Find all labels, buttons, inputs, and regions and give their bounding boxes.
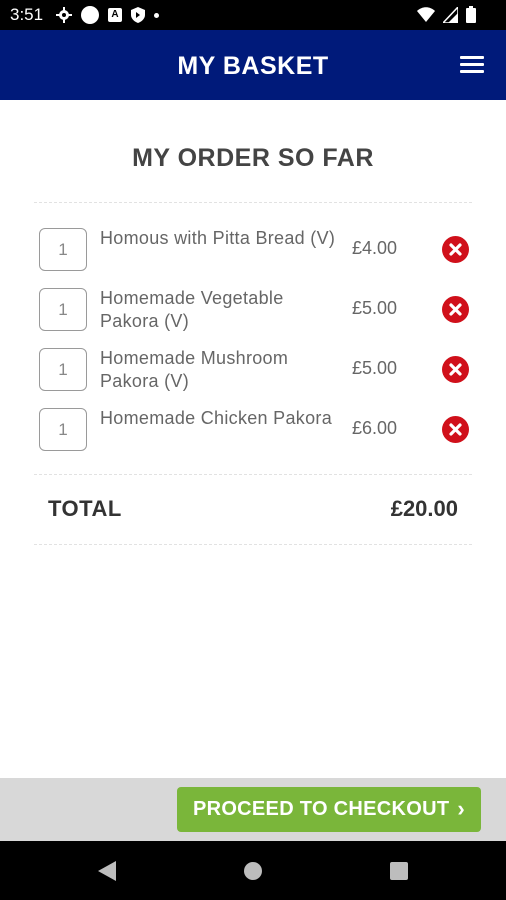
item-name: Homous with Pitta Bread (V) bbox=[100, 228, 336, 248]
item-name: Homemade Mushroom Pakora (V) bbox=[100, 348, 289, 391]
remove-x-circle-icon[interactable] bbox=[442, 416, 469, 443]
list-item: 1 Homemade Chicken Pakora £6.00 bbox=[0, 398, 506, 458]
recents-square-icon[interactable] bbox=[390, 862, 408, 880]
status-time: 3:51 bbox=[10, 5, 44, 24]
back-triangle-icon[interactable] bbox=[98, 861, 116, 886]
total-value: £20.00 bbox=[390, 496, 458, 521]
home-circle-icon[interactable] bbox=[244, 862, 262, 880]
remove-x-circle-icon[interactable] bbox=[442, 296, 469, 323]
quantity-input[interactable]: 1 bbox=[39, 288, 87, 331]
proceed-to-checkout-button[interactable]: PROCEED TO CHECKOUT › bbox=[177, 787, 481, 832]
circle-notification-icon bbox=[81, 6, 99, 24]
status-left-icons: A bbox=[56, 5, 159, 25]
quantity-input[interactable]: 1 bbox=[39, 408, 87, 451]
item-price: £5.00 bbox=[352, 358, 398, 378]
shield-icon bbox=[131, 7, 145, 23]
quantity-input[interactable]: 1 bbox=[39, 348, 87, 391]
quantity-input[interactable]: 1 bbox=[39, 228, 87, 271]
page-title: MY BASKET bbox=[177, 52, 329, 80]
remove-x-circle-icon[interactable] bbox=[442, 356, 469, 383]
item-name: Homemade Chicken Pakora bbox=[100, 408, 333, 428]
list-item: 1 Homemade Mushroom Pakora (V) £5.00 bbox=[0, 338, 506, 398]
status-right-icons bbox=[417, 4, 476, 28]
remove-x-circle-icon[interactable] bbox=[442, 236, 469, 263]
app-header: MY BASKET bbox=[0, 30, 506, 100]
divider bbox=[34, 544, 472, 545]
item-price: £5.00 bbox=[352, 298, 398, 318]
checkout-label: PROCEED TO CHECKOUT bbox=[192, 798, 450, 820]
divider bbox=[34, 474, 472, 475]
system-nav-bar bbox=[0, 841, 506, 900]
item-price: £4.00 bbox=[352, 238, 398, 258]
total-label: TOTAL bbox=[48, 496, 122, 521]
order-list: 1 Homous with Pitta Bread (V) £4.00 1 Ho… bbox=[0, 218, 506, 458]
item-price: £6.00 bbox=[352, 418, 398, 438]
footer-bar: PROCEED TO CHECKOUT › bbox=[0, 778, 506, 841]
wifi-icon bbox=[417, 6, 435, 28]
dot-icon bbox=[154, 12, 159, 18]
list-item: 1 Homous with Pitta Bread (V) £4.00 bbox=[0, 218, 506, 278]
divider bbox=[34, 202, 472, 203]
chevron-right-icon: › bbox=[457, 795, 466, 821]
a-app-icon: A bbox=[108, 8, 122, 22]
hamburger-menu-icon[interactable] bbox=[458, 54, 486, 76]
settings-gear-icon bbox=[56, 7, 72, 23]
status-bar: 3:51 A bbox=[0, 0, 506, 30]
item-name: Homemade Vegetable Pakora (V) bbox=[100, 288, 284, 331]
order-title: MY ORDER SO FAR bbox=[132, 144, 374, 172]
list-item: 1 Homemade Vegetable Pakora (V) £5.00 bbox=[0, 278, 506, 338]
signal-icon bbox=[441, 4, 459, 28]
battery-icon bbox=[466, 6, 476, 28]
